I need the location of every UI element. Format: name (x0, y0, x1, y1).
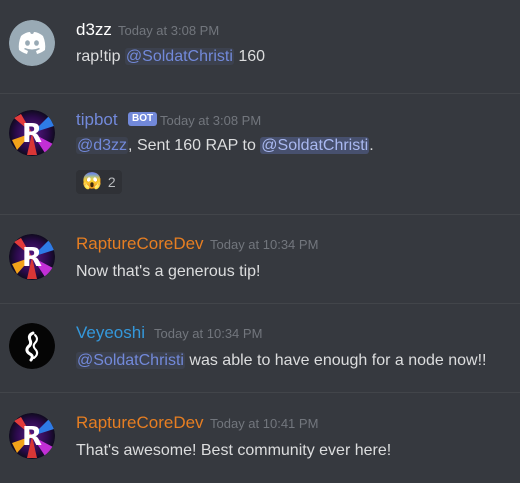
rapture-logo-icon: R (9, 234, 55, 280)
message-divider (0, 93, 520, 94)
svg-text:R: R (22, 422, 42, 452)
author-name[interactable]: RaptureCoreDev (76, 413, 204, 433)
author-name[interactable]: d3zz (76, 20, 112, 40)
scream-emoji-icon: 😱 (82, 173, 102, 190)
avatar[interactable]: R (9, 110, 55, 156)
message-content: rap!tip @SoldatChristi 160 (76, 47, 265, 67)
svg-text:R: R (22, 243, 42, 273)
user-mention[interactable]: @SoldatChristi (124, 48, 234, 65)
avatar[interactable]: R (9, 413, 55, 459)
avatar[interactable] (9, 20, 55, 66)
message-timestamp: Today at 3:08 PM (160, 113, 262, 128)
message-timestamp: Today at 3:08 PM (118, 23, 220, 38)
message-text: . (369, 137, 374, 154)
user-mention[interactable]: @d3zz (76, 137, 129, 154)
message-text: was able to have enough for a node now!! (184, 352, 487, 369)
rapture-logo-icon: R (9, 413, 55, 459)
avatar[interactable]: R (9, 234, 55, 280)
discord-logo-icon (9, 20, 55, 66)
author-name[interactable]: Veyeoshi (76, 323, 145, 343)
message-text: , Sent 160 RAP to (128, 137, 261, 154)
user-mention[interactable]: @SoldatChristi (76, 352, 185, 369)
message-timestamp: Today at 10:34 PM (210, 237, 319, 252)
message-text: 160 (233, 48, 266, 65)
user-mention-highlighted[interactable]: @SoldatChristi (260, 137, 370, 154)
spiral-logo-icon (9, 323, 55, 369)
message-timestamp: Today at 10:34 PM (154, 326, 263, 341)
message-content: @SoldatChristi was able to have enough f… (76, 351, 487, 371)
message-divider (0, 392, 520, 393)
bot-tag: BOT (128, 112, 158, 126)
message-content: That's awesome! Best community ever here… (76, 442, 392, 459)
reaction-button[interactable]: 😱 2 (76, 170, 122, 194)
rapture-logo-icon: R (9, 110, 55, 156)
message-divider (0, 303, 520, 304)
avatar[interactable] (9, 323, 55, 369)
message-content: @d3zz, Sent 160 RAP to @SoldatChristi. (76, 136, 374, 156)
message-divider (0, 214, 520, 215)
message-content: Now that's a generous tip! (76, 263, 261, 280)
reaction-count: 2 (107, 174, 116, 190)
author-name[interactable]: tipbot (76, 110, 118, 130)
message-timestamp: Today at 10:41 PM (210, 416, 319, 431)
author-name[interactable]: RaptureCoreDev (76, 234, 204, 254)
chat-message-list: d3zz Today at 3:08 PM rap!tip @SoldatChr… (0, 0, 520, 483)
svg-text:R: R (22, 119, 42, 149)
message-text: rap!tip (76, 48, 125, 65)
